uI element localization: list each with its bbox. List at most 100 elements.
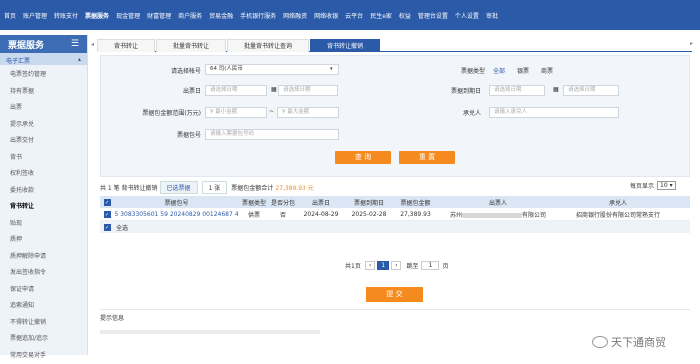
sidebar-section[interactable]: 电子汇票 ▴ <box>0 53 87 65</box>
row-checkbox[interactable]: ✓ <box>104 211 111 218</box>
sidebar-item[interactable]: 保证申请 <box>0 282 87 299</box>
sidebar-item[interactable]: 票据追加/追示 <box>0 331 87 348</box>
sidebar-item[interactable]: 出票交付 <box>0 133 87 150</box>
page-size-label: 每页显示 <box>630 181 654 190</box>
page-1-button[interactable]: 1 <box>377 261 389 270</box>
tab-batch-endorse[interactable]: 批量背书转让 <box>156 39 226 52</box>
nav-item[interactable]: 云平台 <box>345 11 363 20</box>
amount-range-label: 票据包金额范围(万元) <box>111 108 201 117</box>
nav-item[interactable]: 票据服务 <box>85 11 109 20</box>
col-issue-date: 出票日 <box>297 198 345 207</box>
nav-item[interactable]: 网络收银 <box>314 11 338 20</box>
select-all-label: 全选 <box>116 223 128 232</box>
sidebar-item[interactable]: 持有票据 <box>0 84 87 101</box>
account-label: 请选择帐号 <box>141 66 201 75</box>
page-size-value: 10 <box>660 182 668 189</box>
bill-type-label: 票据类型 <box>441 66 485 75</box>
row-bill-no[interactable]: 5 3083305601 59 20240829 00124687 4 <box>114 211 239 218</box>
submit-button[interactable]: 提 交 <box>366 287 423 302</box>
weibo-icon <box>592 336 608 348</box>
row-issue-date: 2024-08-29 <box>297 211 345 218</box>
tab-scroll-left-icon[interactable]: ◂ <box>91 41 96 50</box>
nav-item[interactable]: 权益 <box>399 11 411 20</box>
nav-item[interactable]: 商户服务 <box>178 11 202 20</box>
issue-date-label: 出票日 <box>141 86 201 95</box>
nav-item[interactable]: 个人设置 <box>455 11 479 20</box>
type-option-all[interactable]: 全部 <box>493 66 505 75</box>
chevron-down-icon: ▾ <box>330 66 333 72</box>
tab-endorse-revoke[interactable]: 背书转让撤销 <box>310 39 380 52</box>
type-option-commercial[interactable]: 商票 <box>541 66 553 75</box>
nav-item[interactable]: 转账支付 <box>54 11 78 20</box>
due-date-start[interactable]: 请选择日期 <box>489 85 545 96</box>
sidebar-item[interactable]: 追索通知 <box>0 298 87 315</box>
chevron-up-icon: ▴ <box>78 56 81 62</box>
prev-page-button[interactable]: ‹ <box>365 261 375 270</box>
amount-min-input[interactable]: ¥ 最小金额 <box>205 107 267 118</box>
sidebar-item[interactable]: 提示承兑 <box>0 117 87 134</box>
sidebar-item[interactable]: 电票签约管理 <box>0 67 87 84</box>
sidebar-item[interactable]: 贴现 <box>0 216 87 233</box>
account-select[interactable]: 64 司(人民币 <box>205 64 339 75</box>
sidebar-item[interactable]: 质押解除申请 <box>0 249 87 266</box>
page-size: 每页显示 10 ▾ <box>630 181 676 190</box>
calendar-icon[interactable]: ▦ <box>553 86 559 93</box>
nav-item[interactable]: 首页 <box>4 11 16 20</box>
redacted-block <box>462 213 522 218</box>
sidebar-item[interactable]: 背书 <box>0 150 87 167</box>
due-date-end[interactable]: 请选择日期 <box>563 85 619 96</box>
payee-input[interactable]: 请输入承兑人 <box>489 107 619 118</box>
selected-count: 1 张 <box>202 181 228 194</box>
nav-item[interactable]: 审批 <box>486 11 498 20</box>
nav-item[interactable]: 贸易金融 <box>209 11 233 20</box>
type-option-bank[interactable]: 银票 <box>517 66 529 75</box>
sidebar-item[interactable]: 权利签收 <box>0 166 87 183</box>
nav-item[interactable]: 手机银行服务 <box>240 11 276 20</box>
footer-select-all-checkbox[interactable]: ✓ <box>104 224 111 231</box>
issue-date-start[interactable]: 请选择日期 <box>205 85 267 96</box>
sidebar-item[interactable]: 质押 <box>0 232 87 249</box>
sidebar-item[interactable]: 出票 <box>0 100 87 117</box>
col-split: 是否分包 <box>269 198 297 207</box>
next-page-button[interactable]: › <box>391 261 401 270</box>
table-row[interactable]: ✓ 5 3083305601 59 20240829 00124687 4 供票… <box>100 208 690 221</box>
page-size-select[interactable]: 10 ▾ <box>657 181 676 190</box>
nav-item[interactable]: 民生e家 <box>370 11 392 20</box>
row-due-date: 2025-02-28 <box>345 211 393 218</box>
nav-item[interactable]: 网络融资 <box>283 11 307 20</box>
nav-item[interactable]: 财富管理 <box>147 11 171 20</box>
select-all-checkbox[interactable]: ✓ <box>104 199 111 206</box>
reset-button[interactable]: 重 置 <box>399 151 455 164</box>
goto-input[interactable]: 1 <box>421 261 439 270</box>
tab-scroll-right-icon[interactable]: ▸ <box>690 40 693 47</box>
calendar-icon[interactable]: ▦ <box>271 86 277 93</box>
bill-no-label: 票据包号 <box>141 130 201 139</box>
sidebar-links: 电票签约管理持有票据出票提示承兑出票交付背书权利签收委托收款背书转让贴现质押质押… <box>0 65 87 364</box>
summary-bar: 共 1 笔 背书转让撤销 已选票据 1 张 票据包金额合计 27,389.93 … <box>100 181 690 193</box>
table-header: ✓ 票据包号 票据类型 是否分包 出票日 票据到期日 票据包金额 出票人 承兑人 <box>100 196 690 208</box>
sidebar-item[interactable]: 背书转让 <box>0 199 87 216</box>
sidebar-item[interactable]: 常用交易对手 <box>0 348 87 364</box>
table-footer: ✓ 全选 <box>100 221 690 233</box>
amount-max-input[interactable]: ¥ 最大金额 <box>277 107 339 118</box>
selected-label: 已选票据 <box>160 181 198 194</box>
sidebar-item[interactable]: 委托收款 <box>0 183 87 200</box>
row-amount: 27,389.93 <box>393 211 438 218</box>
sidebar-item[interactable]: 不得转让撤销 <box>0 315 87 332</box>
drawer-suffix: 有限公司 <box>522 212 546 219</box>
bill-no-input[interactable]: 请输入票据包号码 <box>205 129 339 140</box>
tips-section: 提示信息 <box>100 309 690 334</box>
sidebar-item[interactable]: 发出签收指令 <box>0 265 87 282</box>
menu-icon[interactable]: ☰ <box>71 39 79 49</box>
row-split: 否 <box>269 210 297 219</box>
nav-item[interactable]: 账户管理 <box>23 11 47 20</box>
sidebar-title[interactable]: 票据服务 ☰ <box>0 35 87 53</box>
tab-endorse[interactable]: 背书转让 <box>97 39 155 52</box>
query-button[interactable]: 查 询 <box>335 151 391 164</box>
issue-date-end[interactable]: 请选择日期 <box>278 85 338 96</box>
nav-item[interactable]: 管理台设置 <box>418 11 448 20</box>
tab-batch-endorse-query[interactable]: 批量背书转让查询 <box>227 39 309 52</box>
sidebar: 票据服务 ☰ 电子汇票 ▴ 电票签约管理持有票据出票提示承兑出票交付背书权利签收… <box>0 35 88 355</box>
nav-item[interactable]: 现金管理 <box>116 11 140 20</box>
sum-value: 27,389.93 元 <box>275 183 313 192</box>
